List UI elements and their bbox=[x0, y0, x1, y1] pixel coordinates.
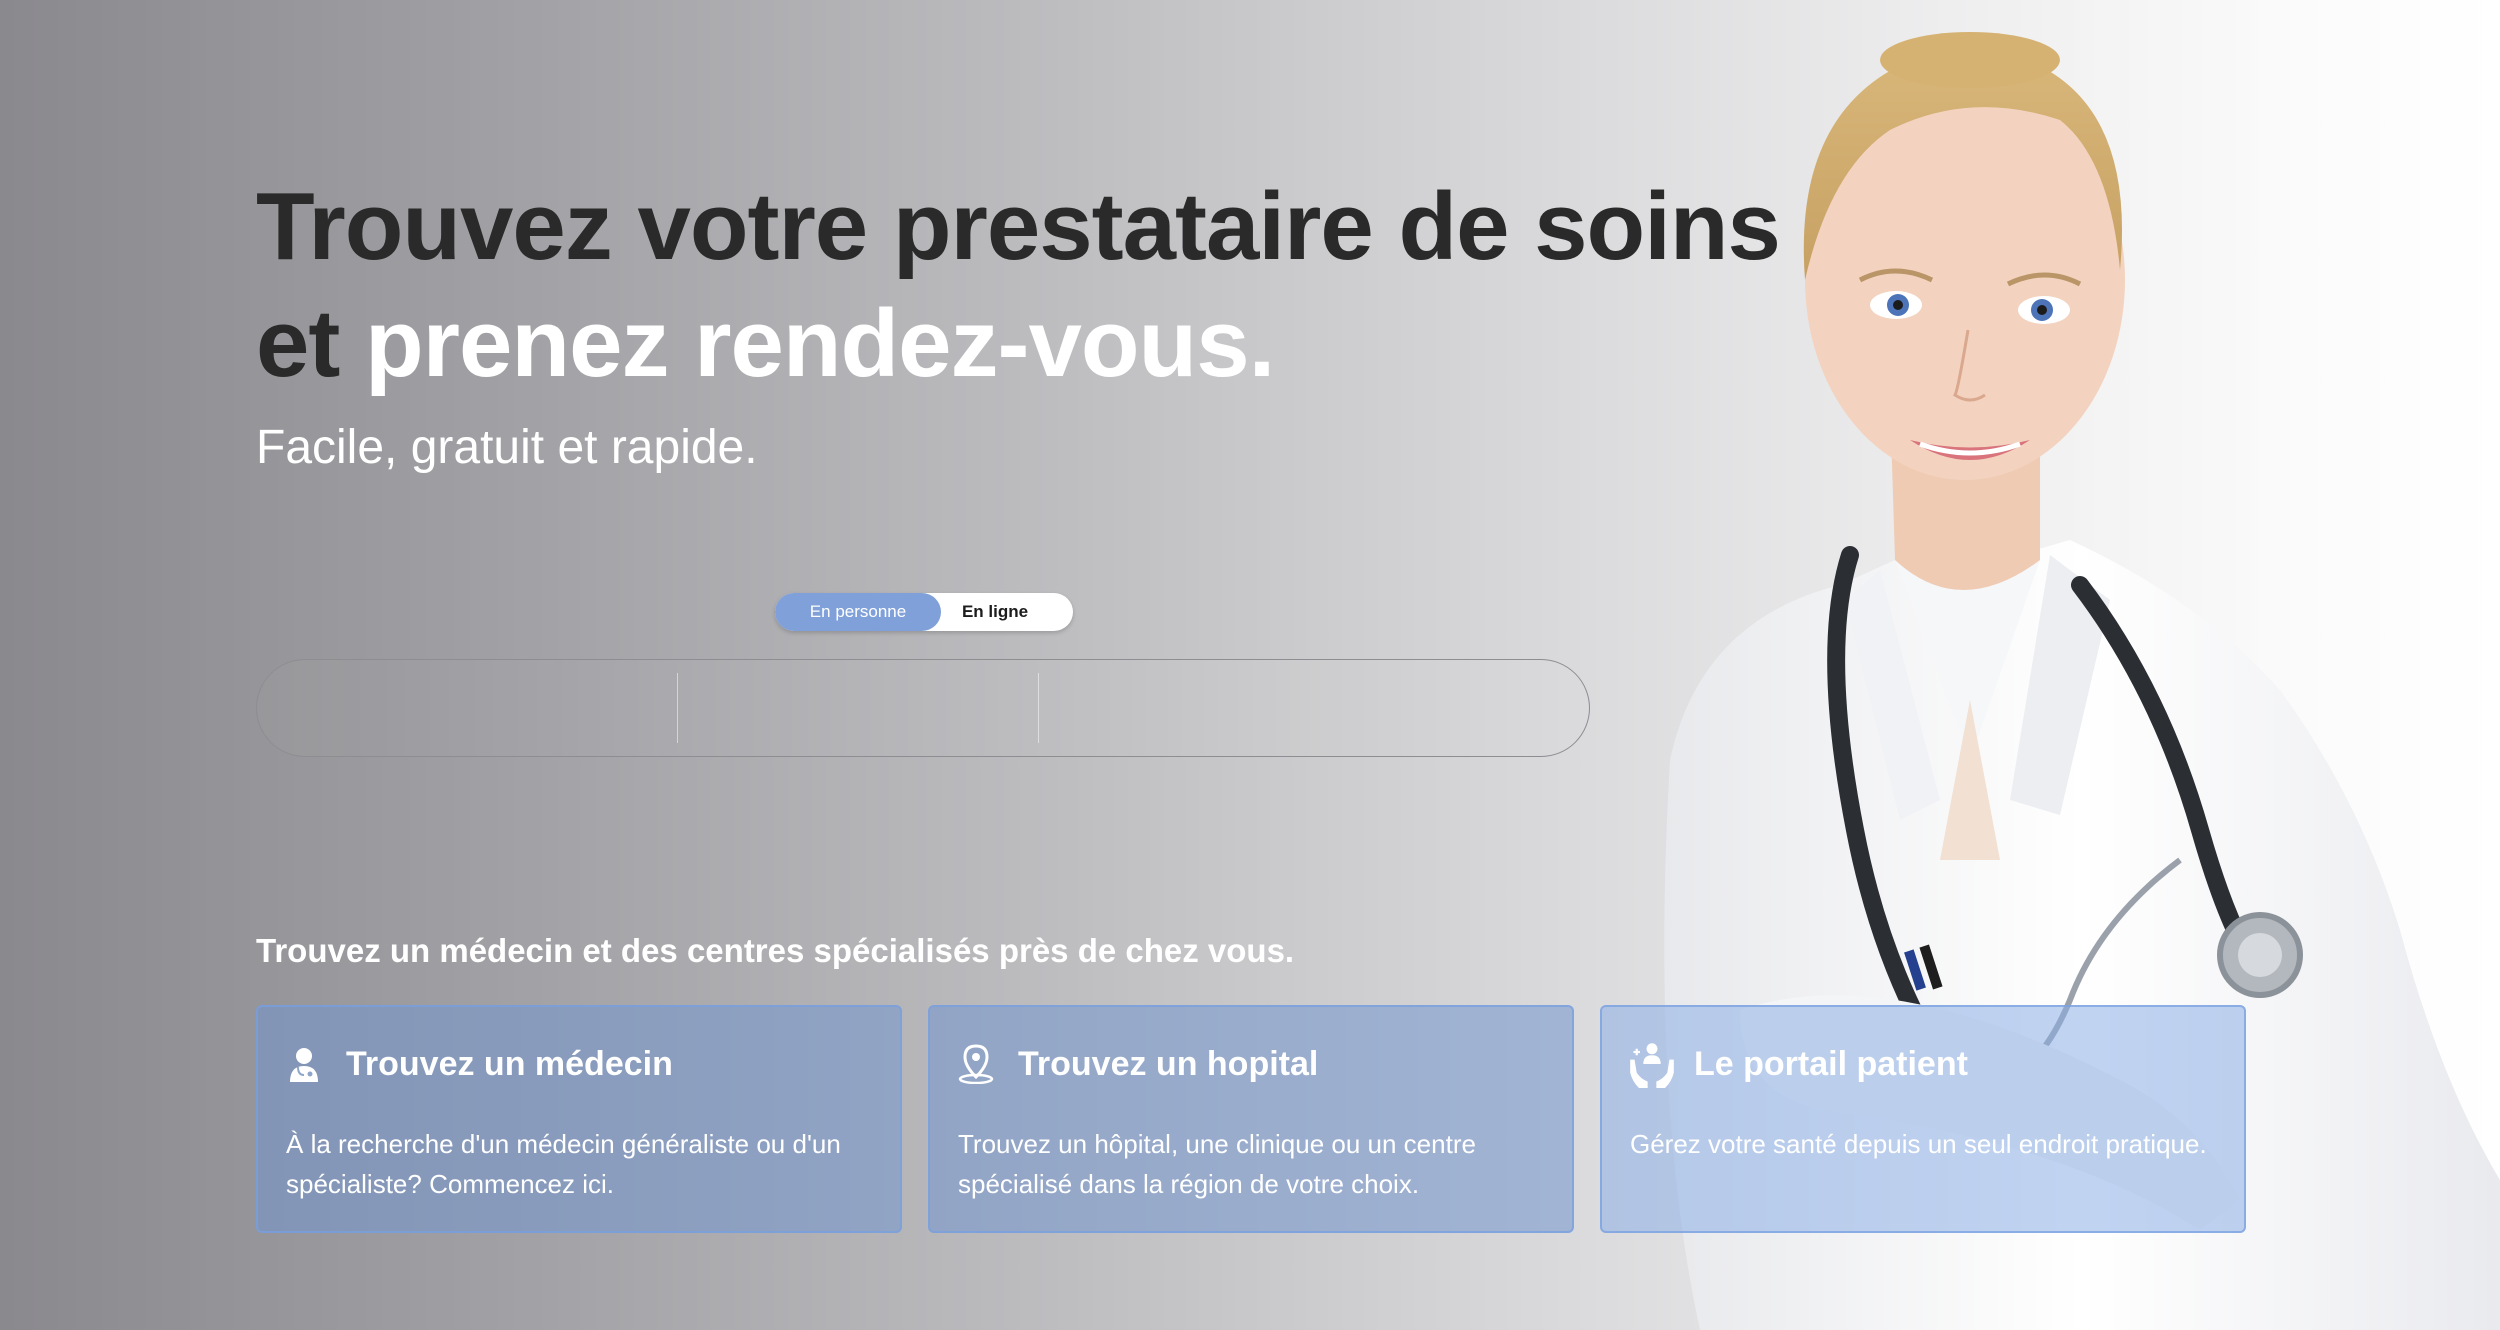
card-description: Trouvez un hôpital, une clinique ou un c… bbox=[958, 1129, 1476, 1199]
card-title: Trouvez un hopital bbox=[1018, 1045, 1319, 1083]
search-field-date[interactable] bbox=[1039, 673, 1589, 743]
hero-subheadline: Facile, gratuit et rapide. bbox=[256, 421, 758, 474]
search-field-location[interactable] bbox=[678, 673, 1038, 743]
hero-headline: Trouvez votre prestataire de soins et pr… bbox=[256, 168, 1781, 402]
services-section-title: Trouvez un médecin et des centres spécia… bbox=[256, 932, 1295, 969]
search-field-specialty[interactable] bbox=[257, 673, 677, 743]
card-description: Gérez votre santé depuis un seul endroit… bbox=[1630, 1129, 2207, 1159]
headline-line-2: et prenez rendez-vous. bbox=[256, 285, 1780, 402]
location-pin-icon bbox=[958, 1044, 994, 1084]
headline-line-2-dark: et bbox=[256, 290, 366, 397]
card-description: À la recherche d'un médecin généraliste … bbox=[286, 1129, 841, 1199]
card-title: Le portail patient bbox=[1694, 1045, 1968, 1083]
card-find-hospital[interactable]: Trouvez un hopital Trouvez un hôpital, u… bbox=[928, 1005, 1574, 1233]
headline-line-2-light: prenez rendez-vous. bbox=[365, 290, 1275, 397]
doctor-icon bbox=[290, 1048, 318, 1082]
card-title: Trouvez un médecin bbox=[346, 1045, 673, 1083]
card-patient-portal[interactable]: Le portail patient Gérez votre santé dep… bbox=[1600, 1005, 2246, 1233]
card-find-doctor[interactable]: Trouvez un médecin À la recherche d'un m… bbox=[256, 1005, 902, 1233]
search-bar bbox=[256, 659, 1590, 757]
care-hands-icon bbox=[1630, 1043, 1674, 1088]
headline-line-1: Trouvez votre prestataire de soins bbox=[256, 173, 1781, 280]
consultation-mode-toggle: En personne En ligne bbox=[775, 593, 1073, 631]
toggle-in-person[interactable]: En personne bbox=[775, 593, 941, 631]
toggle-online[interactable]: En ligne bbox=[945, 593, 1045, 631]
